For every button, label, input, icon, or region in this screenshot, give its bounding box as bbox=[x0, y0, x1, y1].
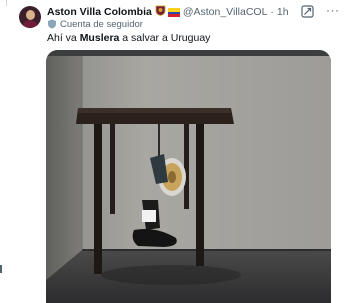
author-handle[interactable]: @Aston_VillaCOL bbox=[183, 6, 268, 18]
tweet-text-bold: Muslera bbox=[79, 32, 120, 44]
video-frame bbox=[46, 50, 331, 303]
tweet-text-prefix: Ahí va bbox=[47, 32, 80, 44]
follow-status-label: Cuenta de seguidor bbox=[60, 18, 143, 30]
follow-status: Cuenta de seguidor bbox=[47, 18, 143, 30]
avatar[interactable] bbox=[19, 6, 41, 28]
author-name[interactable]: Aston Villa Colombia bbox=[47, 6, 152, 18]
shield-icon bbox=[48, 19, 56, 29]
separator: · bbox=[270, 6, 274, 18]
tweet-header: Aston Villa Colombia @Aston_VillaCOL · 1… bbox=[47, 5, 289, 19]
tweet-text: Ahí va Muslera a salvar a Uruguay bbox=[47, 32, 210, 44]
more-options-icon[interactable]: ··· bbox=[326, 3, 340, 17]
tweet-text-suffix: a salvar a Uruguay bbox=[119, 32, 211, 44]
timestamp[interactable]: 1h bbox=[277, 6, 289, 18]
thread-line bbox=[6, 0, 7, 6]
grok-icon[interactable] bbox=[301, 5, 314, 18]
side-marker bbox=[0, 265, 2, 273]
colombia-flag-icon bbox=[167, 7, 180, 17]
lion-crest-badge-icon bbox=[155, 5, 166, 19]
tweet-media-video[interactable] bbox=[46, 50, 331, 303]
